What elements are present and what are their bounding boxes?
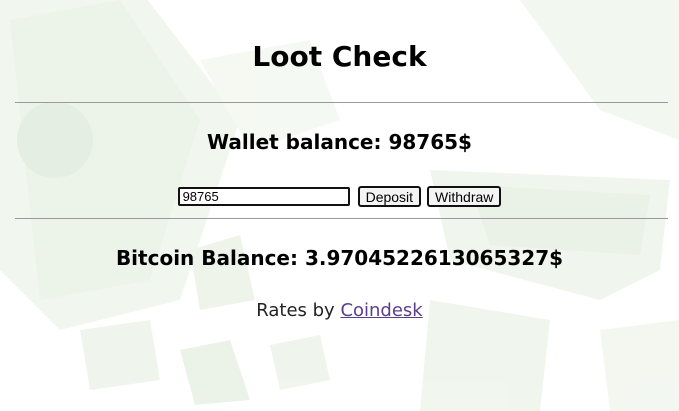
withdraw-button[interactable]: Withdraw xyxy=(427,186,502,207)
top-divider xyxy=(15,102,668,103)
main-content: Loot Check Wallet balance: 98765$ Deposi… xyxy=(0,0,679,411)
coindesk-link[interactable]: Coindesk xyxy=(340,300,422,321)
bottom-divider xyxy=(15,218,668,219)
rates-attribution: Rates by Coindesk xyxy=(0,300,679,321)
deposit-withdraw-form: Deposit Withdraw xyxy=(0,186,679,207)
rates-prefix: Rates by xyxy=(256,300,341,321)
wallet-balance-heading: Wallet balance: 98765$ xyxy=(207,130,472,154)
deposit-button[interactable]: Deposit xyxy=(357,186,422,207)
amount-input[interactable] xyxy=(177,187,350,206)
bitcoin-balance-heading: Bitcoin Balance: 3.9704522613065327$ xyxy=(115,246,564,270)
page-title: Loot Check xyxy=(252,40,427,73)
